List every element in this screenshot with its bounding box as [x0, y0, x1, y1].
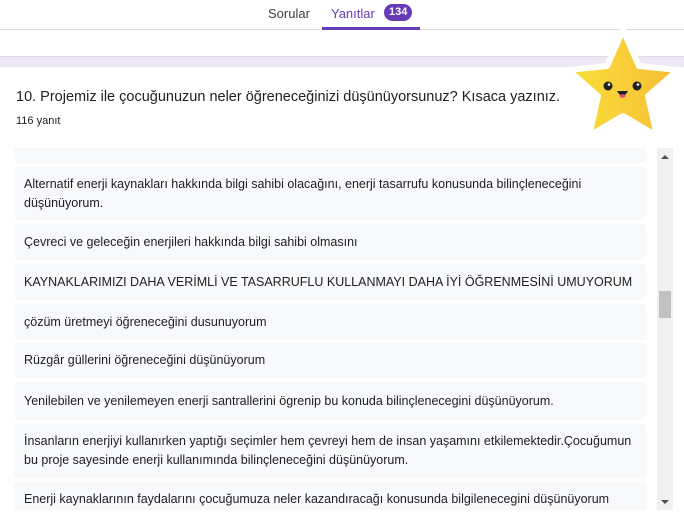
list-item: Çevreci ve geleceğin enerjileri hakkında… [14, 224, 646, 260]
scrollbar-thumb[interactable] [659, 291, 671, 318]
list-item: Enerji kaynaklarının faydalarını çocuğum… [14, 482, 646, 510]
list-item-partial [14, 148, 646, 163]
responses-count-badge: 134 [384, 4, 413, 21]
active-tab-indicator [322, 27, 420, 30]
scroll-up-arrow-icon[interactable] [661, 155, 669, 159]
list-item: Alternatif enerji kaynakları hakkında bi… [14, 167, 646, 220]
tab-questions[interactable]: Sorular [268, 6, 310, 21]
list-item: Yenilebilen ve yenilemeyen enerji santra… [14, 382, 646, 420]
list-item: çözüm üretmeyi öğreneceğini dusunuyorum [14, 304, 646, 340]
smiling-star-sticker-icon [565, 27, 681, 139]
answers-list: Alternatif enerji kaynakları hakkında bi… [14, 148, 646, 510]
list-item: Rüzgâr güllerini öğreneceğini düşünüyoru… [14, 343, 646, 378]
list-item: İnsanların enerjiyi kullanırken yaptığı … [14, 424, 646, 478]
scrollbar[interactable] [657, 148, 673, 510]
list-item: KAYNAKLARIMIZI DAHA VERİMLİ VE TASARRUFL… [14, 264, 646, 300]
response-count: 116 yanıt [16, 115, 61, 127]
question-title: 10. Projemiz ile çocuğunuzun neler öğren… [16, 89, 561, 105]
tab-responses[interactable]: Yanıtlar [331, 6, 375, 21]
scroll-down-arrow-icon[interactable] [661, 500, 669, 504]
